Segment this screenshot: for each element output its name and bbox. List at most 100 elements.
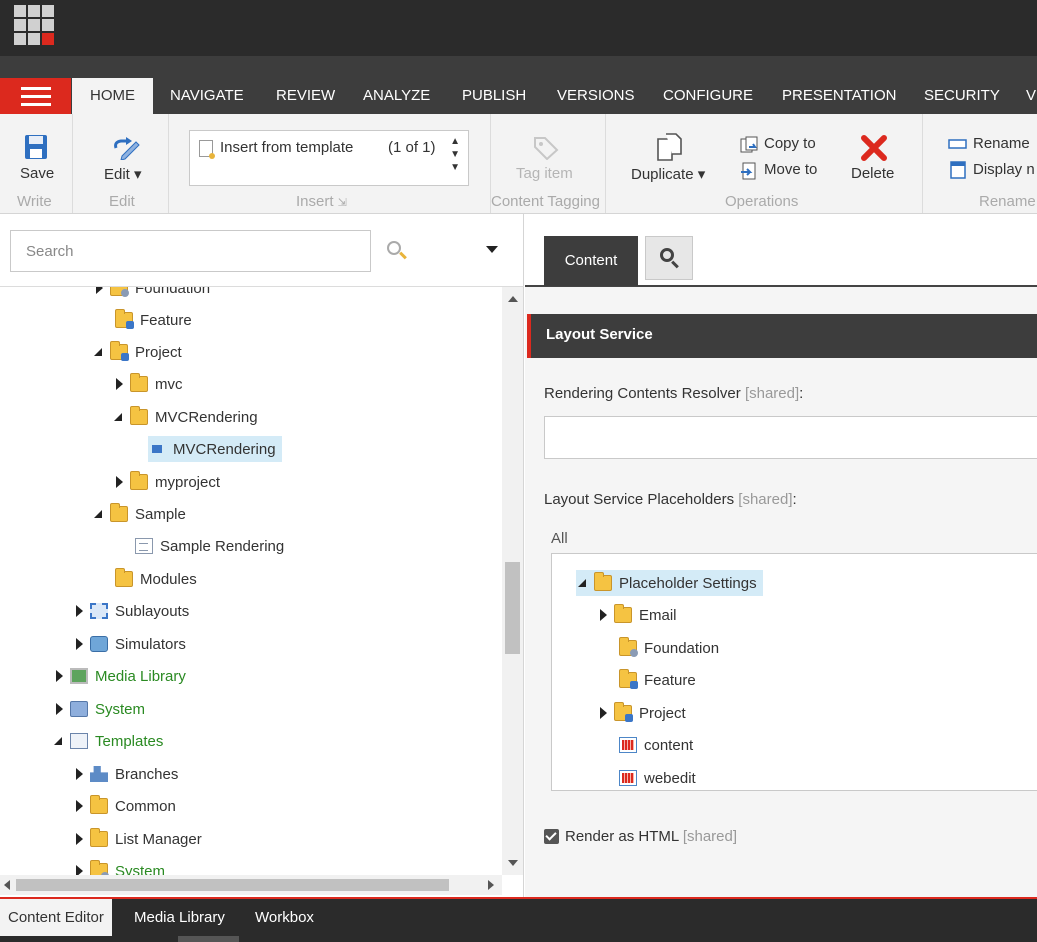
bottom-tab-workbox[interactable]: Workbox xyxy=(255,899,314,936)
tree-item[interactable]: Branches xyxy=(72,761,178,787)
search-icon[interactable] xyxy=(386,240,408,262)
templates-icon xyxy=(70,733,88,749)
simulators-icon xyxy=(90,636,108,652)
tree-vertical-scrollbar[interactable] xyxy=(502,287,523,875)
copy-to-button[interactable]: Copy to xyxy=(764,135,816,152)
tree-item[interactable]: Simulators xyxy=(72,631,186,657)
tree-item[interactable]: Sublayouts xyxy=(72,598,189,624)
tree-horizontal-scrollbar[interactable] xyxy=(0,875,502,895)
tab-home[interactable]: HOME xyxy=(72,78,153,114)
folder-icon xyxy=(614,702,633,722)
rename-button[interactable]: Rename xyxy=(973,135,1030,152)
tree-item[interactable]: System xyxy=(52,696,145,722)
tree-item[interactable]: Feature xyxy=(97,307,192,333)
tree-item[interactable]: Foundation xyxy=(92,287,210,301)
placeholder-icon xyxy=(619,737,637,753)
bottom-tab-content-editor[interactable]: Content Editor xyxy=(0,899,112,936)
expand-icon[interactable] xyxy=(596,602,614,628)
placeholder-tree-item-selected[interactable]: Placeholder Settings xyxy=(576,570,763,596)
tab-security[interactable]: SECURITY xyxy=(924,78,1000,114)
expand-icon[interactable] xyxy=(52,696,70,722)
tab-search[interactable] xyxy=(645,236,693,280)
tree-item[interactable]: Modules xyxy=(97,566,197,592)
search-input[interactable] xyxy=(10,230,371,272)
edit-button[interactable]: Edit ▾ xyxy=(104,165,142,183)
collapse-icon[interactable] xyxy=(52,728,70,754)
bottom-tab-media-library[interactable]: Media Library xyxy=(134,899,225,936)
collapse-icon[interactable] xyxy=(92,501,110,527)
move-to-button[interactable]: Move to xyxy=(764,161,817,178)
tree-item[interactable]: System xyxy=(72,858,165,875)
collapse-icon[interactable] xyxy=(576,570,594,596)
placeholder-tree: Placeholder Settings Email Foundation Fe… xyxy=(551,553,1037,791)
save-button[interactable]: Save xyxy=(20,165,54,182)
expand-icon[interactable] xyxy=(72,631,90,657)
media-library-icon xyxy=(70,668,88,684)
expand-icon[interactable] xyxy=(596,700,614,726)
tab-presentation[interactable]: PRESENTATION xyxy=(782,78,896,114)
tree-item[interactable]: MVCRendering xyxy=(112,404,258,430)
rename-icon[interactable] xyxy=(948,139,968,149)
display-name-button[interactable]: Display n xyxy=(973,161,1035,178)
expand-icon[interactable] xyxy=(72,793,90,819)
rendering-contents-resolver-field[interactable] xyxy=(544,416,1037,459)
render-as-html-checkbox[interactable] xyxy=(544,829,559,844)
search-dropdown-icon[interactable] xyxy=(486,246,498,253)
menu-icon[interactable] xyxy=(0,78,71,114)
expand-icon[interactable] xyxy=(72,826,90,852)
placeholder-tree-item[interactable]: Foundation xyxy=(601,635,719,661)
expand-icon[interactable] xyxy=(72,858,90,875)
sublayouts-icon xyxy=(90,603,108,619)
tree-item[interactable]: List Manager xyxy=(72,826,202,852)
folder-icon xyxy=(619,637,638,657)
expand-icon[interactable] xyxy=(112,469,130,495)
tree-item[interactable]: Common xyxy=(72,793,176,819)
placeholder-tree-item[interactable]: Project xyxy=(596,700,686,726)
tab-configure[interactable]: CONFIGURE xyxy=(663,78,753,114)
copy-to-icon[interactable] xyxy=(740,136,760,154)
tree-item[interactable]: Media Library xyxy=(52,663,186,689)
save-icon[interactable] xyxy=(24,134,48,160)
launchpad-icon[interactable] xyxy=(14,5,55,46)
placeholder-tree-item[interactable]: Feature xyxy=(601,667,696,693)
placeholder-tree-item[interactable]: webedit xyxy=(601,765,696,790)
tree-item[interactable]: Templates xyxy=(52,728,163,754)
display-name-icon[interactable] xyxy=(950,161,966,179)
expand-icon[interactable] xyxy=(92,287,110,301)
ribbon-tabs: HOME NAVIGATE REVIEW ANALYZE PUBLISH VER… xyxy=(0,56,1037,114)
tree-item[interactable]: Sample Rendering xyxy=(117,533,284,559)
render-as-html-label: Render as HTML [shared] xyxy=(565,828,738,845)
tab-versions[interactable]: VERSIONS xyxy=(557,78,635,114)
tab-content[interactable]: Content xyxy=(544,236,638,286)
collapse-icon[interactable] xyxy=(92,339,110,365)
tree-item[interactable]: Sample xyxy=(92,501,186,527)
expand-icon[interactable] xyxy=(72,598,90,624)
delete-icon[interactable] xyxy=(860,134,888,162)
duplicate-button[interactable]: Duplicate ▾ xyxy=(631,165,705,183)
placeholder-tree-item[interactable]: Email xyxy=(596,602,677,628)
tree-item-selected[interactable]: MVCRendering xyxy=(148,436,282,462)
tab-analyze[interactable]: ANALYZE xyxy=(363,78,430,114)
delete-button[interactable]: Delete xyxy=(851,165,894,182)
tree-item[interactable]: Project xyxy=(92,339,182,365)
tab-navigate[interactable]: NAVIGATE xyxy=(170,78,244,114)
duplicate-icon[interactable] xyxy=(655,132,685,162)
section-header[interactable]: Layout Service xyxy=(527,314,1037,358)
insert-options-list[interactable]: Insert from template (1 of 1) ▲ ▼ ▼ xyxy=(189,130,469,186)
expand-icon[interactable] xyxy=(112,371,130,397)
collapse-icon[interactable] xyxy=(112,404,130,430)
expand-icon[interactable] xyxy=(52,663,70,689)
insert-from-template-item[interactable]: Insert from template xyxy=(220,139,353,156)
group-insert: Insert ⇲ xyxy=(296,193,347,210)
tab-review[interactable]: REVIEW xyxy=(276,78,335,114)
move-to-icon[interactable] xyxy=(740,162,760,180)
tab-publish[interactable]: PUBLISH xyxy=(462,78,526,114)
tree-item[interactable]: myproject xyxy=(112,469,220,495)
tree-item[interactable]: mvc xyxy=(112,371,183,397)
expand-icon[interactable] xyxy=(72,761,90,787)
insert-scroll-arrows[interactable]: ▲ ▼ ▼ xyxy=(450,135,460,174)
tab-view[interactable]: VI xyxy=(1026,78,1037,114)
folder-icon xyxy=(614,604,632,623)
placeholder-tree-item[interactable]: content xyxy=(601,732,693,758)
edit-icon[interactable] xyxy=(112,134,140,160)
